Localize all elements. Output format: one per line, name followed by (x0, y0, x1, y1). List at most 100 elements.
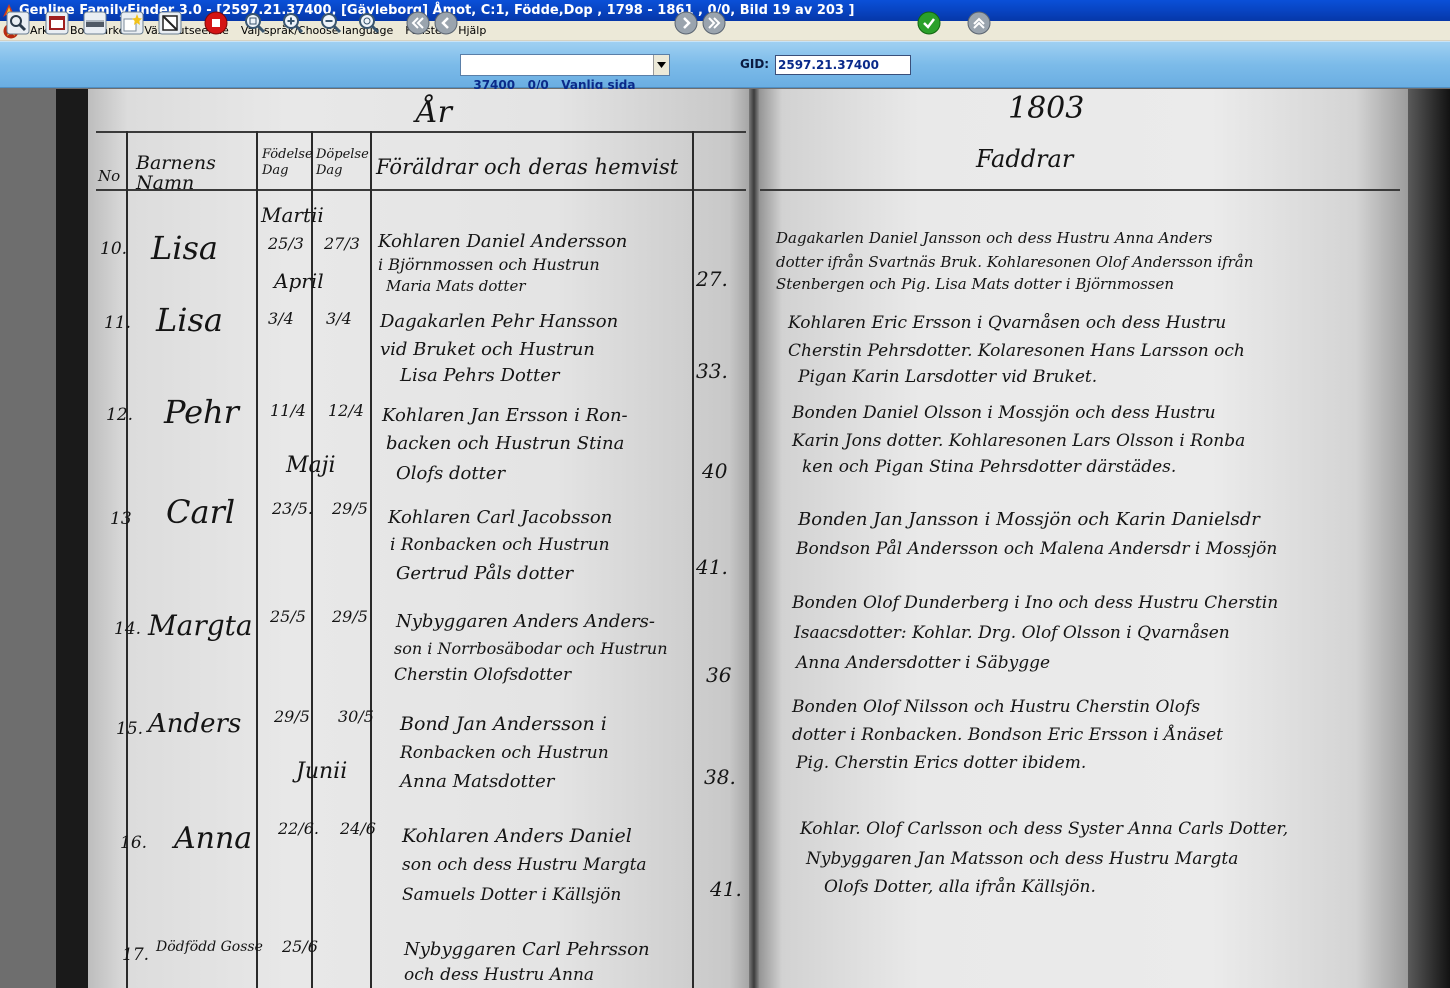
parents-line: son i Norrbosäbodar och Hustrun (394, 639, 668, 658)
column-line (370, 131, 372, 988)
parents-line: Samuels Dotter i Källsjön (402, 885, 622, 905)
child-name: Anna (174, 821, 253, 856)
page-edge (1408, 89, 1450, 988)
child-name: Margta (148, 609, 253, 642)
child-name: Pehr (164, 393, 239, 431)
parents-line: Bond Jan Andersson i (400, 713, 607, 735)
birth-date: 25/5 (270, 607, 306, 626)
next-page-button[interactable] (673, 10, 699, 36)
godparents-line: Dagakarlen Daniel Jansson och dess Hustr… (776, 229, 1213, 247)
birth-date: 22/6. (278, 819, 320, 838)
window-icon (45, 11, 69, 35)
bookmark-button[interactable] (119, 10, 145, 36)
baptism-date: 30/5 (338, 707, 374, 726)
parents-line: backen och Hustrun Stina (386, 433, 625, 454)
star-icon (120, 11, 144, 35)
column-line (256, 131, 258, 988)
parents-line: vid Bruket och Hustrun (380, 339, 595, 360)
month-label: Junii (296, 759, 348, 784)
window-button[interactable] (44, 10, 70, 36)
last-page-icon (702, 11, 726, 35)
zoom-fit-button[interactable] (242, 10, 268, 36)
go-icon (917, 11, 941, 35)
godparents-line: Olofs Dotter, alla ifrån Källsjön. (824, 877, 1096, 897)
parents-line: Lisa Pehrs Dotter (400, 365, 560, 386)
zoom-out-button[interactable] (318, 10, 344, 36)
entry-number: 16. (120, 833, 148, 853)
first-page-button[interactable] (405, 10, 431, 36)
entry-number: 15. (116, 719, 144, 739)
rule-line (760, 189, 1400, 191)
stop-icon (204, 11, 228, 35)
birth-date: 25/3 (268, 234, 304, 253)
scanner-icon (83, 11, 107, 35)
month-label: April (274, 269, 324, 293)
mother-age: 27. (696, 267, 728, 291)
last-page-button[interactable] (701, 10, 727, 36)
go-button[interactable] (916, 10, 942, 36)
birth-date: 3/4 (268, 309, 294, 328)
entry-number: 11. (104, 313, 132, 333)
child-name: Carl (166, 493, 236, 531)
crop-button[interactable] (157, 10, 183, 36)
child-name: Anders (148, 709, 242, 739)
child-name: Dödfödd Gosse (156, 939, 263, 955)
column-header-nr: No (98, 167, 121, 185)
godparents-line: Bonden Olof Dunderberg i Ino och dess Hu… (792, 593, 1279, 613)
parents-line: Kohlaren Daniel Andersson (378, 231, 628, 252)
parents-line: son och dess Hustru Margta (402, 855, 647, 875)
zoom-fit-icon (245, 13, 266, 34)
entry-number: 13 (110, 509, 132, 529)
image-viewer[interactable]: År 1803 No Barnens Namn Födelse Dag Döpe… (56, 89, 1450, 988)
birth-date: 25/6 (282, 937, 318, 956)
parents-line: Cherstin Olofsdotter (394, 665, 572, 685)
viewer-gutter (0, 89, 56, 988)
godparents-line: Bonden Jan Jansson i Mossjön och Karin D… (798, 509, 1260, 530)
parents-line: Dagakarlen Pehr Hansson (380, 311, 619, 332)
book-spine (749, 89, 759, 988)
baptism-date: 24/6 (340, 819, 376, 838)
column-header-godparents: Faddrar (976, 145, 1074, 173)
chevron-down-icon[interactable] (653, 55, 669, 75)
entry-number: 12. (106, 405, 134, 425)
zoom-reset-button[interactable] (356, 10, 382, 36)
mother-age: 41. (696, 555, 728, 579)
page-select[interactable]: 37400 0/0 Vanlig sida (460, 54, 670, 92)
first-page-icon (406, 11, 430, 35)
stop-button[interactable] (203, 10, 229, 36)
godparents-line: Isaacsdotter: Kohlar. Drg. Olof Olsson i… (794, 623, 1230, 643)
column-header-names: Barnens Namn (136, 152, 216, 194)
column-header-baptized: Döpelse Dag (316, 147, 369, 178)
godparents-line: Bondson Pål Andersson och Malena Andersd… (796, 539, 1278, 559)
godparents-line: Pigan Karin Larsdotter vid Bruket. (798, 367, 1098, 387)
zoom-in-button[interactable] (280, 10, 306, 36)
entry-number: 17. (122, 945, 150, 965)
godparents-line: Anna Andersdotter i Säbygge (796, 653, 1051, 673)
godparents-line: Cherstin Pehrsdotter. Kolaresonen Hans L… (788, 341, 1245, 361)
column-header-parents: Föräldrar och deras hemvist (376, 155, 679, 179)
godparents-line: Karin Jons dotter. Kohlaresonen Lars Ols… (792, 431, 1246, 451)
parents-line: i Björnmossen och Hustrun (378, 255, 600, 274)
parents-line: Kohlaren Anders Daniel (402, 825, 632, 847)
search-button[interactable] (5, 10, 31, 36)
collapse-button[interactable] (966, 10, 992, 36)
right-page-header: 1803 (1008, 91, 1085, 126)
godparents-line: Kohlar. Olof Carlsson och dess Syster An… (800, 819, 1289, 839)
gid-input[interactable]: 2597.21.37400 (775, 55, 911, 75)
godparents-line: Pig. Cherstin Erics dotter ibidem. (796, 753, 1087, 773)
entry-number: 10. (100, 239, 128, 259)
month-label: Maji (286, 453, 336, 478)
left-page-header: År (416, 95, 453, 130)
child-name: Lisa (151, 229, 218, 267)
prev-page-button[interactable] (433, 10, 459, 36)
parents-line: Ronbacken och Hustrun (400, 743, 609, 763)
crop-icon (158, 11, 182, 35)
godparents-line: Stenbergen och Pig. Lisa Mats dotter i B… (776, 275, 1175, 293)
zoom-reset-icon (359, 13, 380, 34)
baptism-date: 3/4 (326, 309, 352, 328)
parents-line: Maria Mats dotter (386, 277, 526, 295)
godparents-line: Kohlaren Eric Ersson i Qvarnåsen och des… (788, 313, 1227, 333)
rule-line (96, 131, 746, 133)
column-line (126, 131, 128, 988)
scanner-button[interactable] (82, 10, 108, 36)
